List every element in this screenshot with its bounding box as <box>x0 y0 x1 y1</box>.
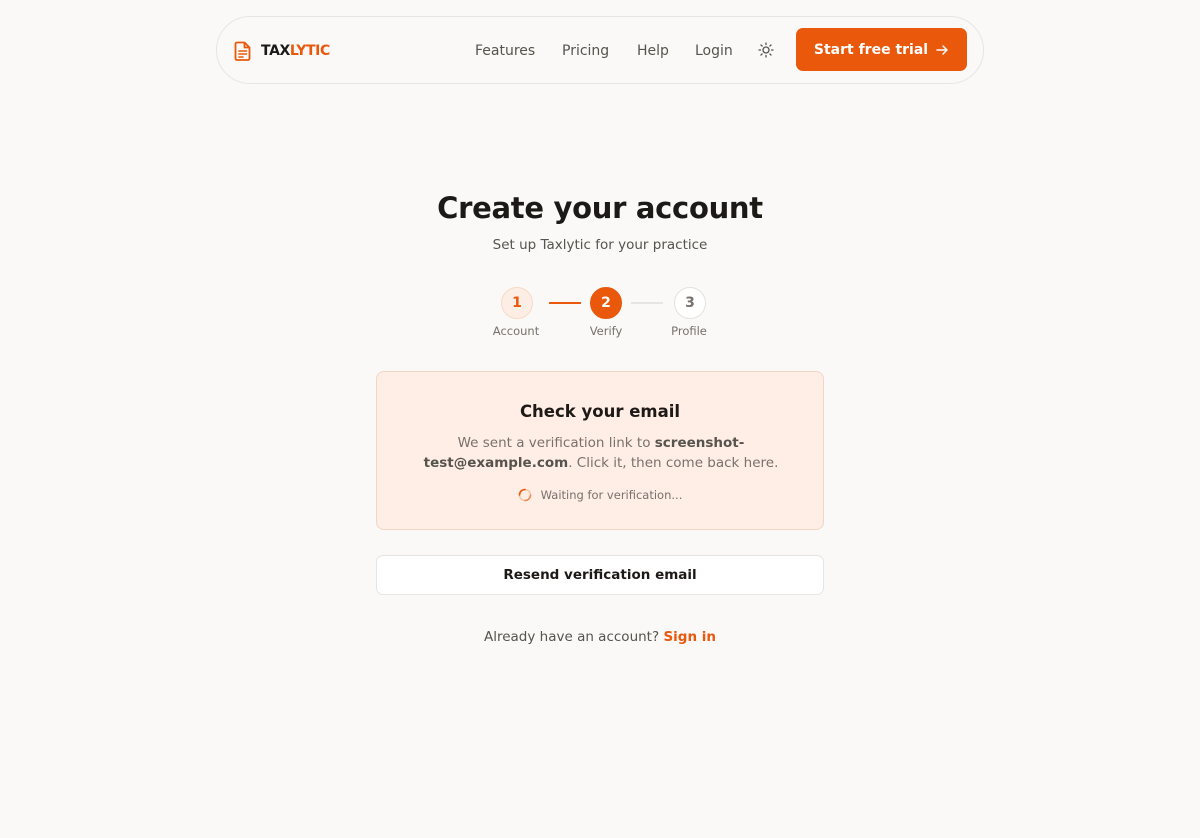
verify-card-title: Check your email <box>519 402 681 421</box>
verify-text-after: . Click it, then come back here. <box>568 455 779 471</box>
step-connector-1 <box>549 302 581 304</box>
cta-label: Start free trial <box>813 41 929 58</box>
signin-prompt-text: Already have an account? <box>483 629 660 645</box>
document-icon <box>234 41 251 61</box>
step-3-circle: 3 <box>674 287 706 319</box>
verify-email-card: Check your email We sent a verification … <box>376 371 824 530</box>
verification-status: Waiting for verification... <box>377 488 823 502</box>
step-3-label: Profile <box>671 324 707 338</box>
brand-logo[interactable]: TAXLYTIC <box>234 41 330 61</box>
nav-link-pricing[interactable]: Pricing <box>562 41 609 61</box>
page-subtitle: Set up Taxlytic for your practice <box>492 237 708 253</box>
nav-link-help[interactable]: Help <box>637 41 669 61</box>
step-2-circle: 2 <box>590 287 622 319</box>
spinner-icon <box>518 488 531 502</box>
nav-link-login[interactable]: Login <box>695 41 733 61</box>
brand-wordmark-part1: TAX <box>261 43 290 59</box>
sun-icon[interactable] <box>758 41 774 59</box>
verify-text-before: We sent a verification link to <box>457 435 655 451</box>
resend-verification-button[interactable]: Resend verification email <box>376 555 824 595</box>
sign-in-link[interactable]: Sign in <box>663 629 716 645</box>
page-title: Create your account <box>437 191 763 225</box>
arrow-right-icon <box>936 44 948 55</box>
signin-prompt: Already have an account? Sign in <box>0 628 1200 646</box>
verification-status-text: Waiting for verification... <box>540 488 683 502</box>
top-navbar: TAXLYTIC Features Pricing Help Login Sta… <box>216 16 984 84</box>
brand-wordmark-part2: LYTIC <box>289 43 330 59</box>
step-2-label: Verify <box>589 324 623 338</box>
step-connector-2 <box>631 302 663 304</box>
step-1-label: Account <box>492 324 540 338</box>
start-free-trial-button[interactable]: Start free trial <box>796 28 967 71</box>
verify-card-message: We sent a verification link to screensho… <box>423 433 779 473</box>
step-1-circle: 1 <box>501 287 533 319</box>
brand-wordmark: TAXLYTIC <box>261 41 330 61</box>
nav-link-features[interactable]: Features <box>475 41 535 61</box>
